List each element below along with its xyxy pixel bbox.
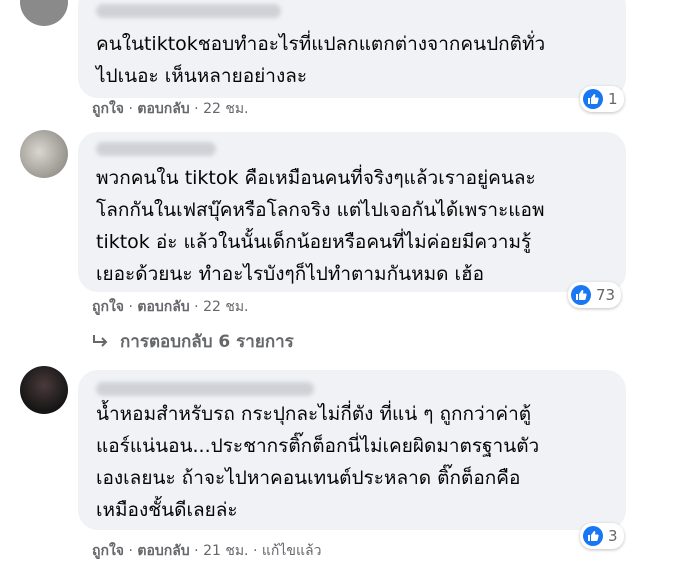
- reaction-count-badge[interactable]: 73: [568, 282, 622, 308]
- avatar[interactable]: [20, 130, 68, 178]
- reaction-count-badge[interactable]: 1: [580, 86, 624, 112]
- edited-label[interactable]: แก้ไขแล้ว: [262, 543, 322, 559]
- reaction-count: 3: [608, 527, 618, 545]
- reaction-count: 1: [608, 90, 618, 108]
- reply-link[interactable]: ตอบกลับ: [137, 543, 189, 559]
- timestamp[interactable]: 22 ชม.: [203, 101, 248, 117]
- comment-bubble: คนในtiktokชอบทำอะไรที่แปลกแตกต่างจากคนปก…: [78, 0, 626, 98]
- comment-author-name[interactable]: [96, 142, 216, 156]
- reply-link[interactable]: ตอบกลับ: [137, 101, 189, 117]
- comment-author-name[interactable]: [96, 382, 314, 396]
- comment-actions: ถูกใจ · ตอบกลับ · 21 ชม. · แก้ไขแล้ว: [92, 543, 322, 559]
- comment-text: น้ำหอมสำหรับรถ กระปุกละไม่กี่ตัง ที่แน่ …: [96, 403, 540, 521]
- view-replies-label: การตอบกลับ 6 รายการ: [120, 332, 294, 352]
- avatar[interactable]: [20, 0, 68, 26]
- view-replies-link[interactable]: การตอบกลับ 6 รายการ: [92, 328, 294, 355]
- like-link[interactable]: ถูกใจ: [92, 299, 124, 315]
- reply-link[interactable]: ตอบกลับ: [137, 299, 189, 315]
- reply-arrow-icon: [93, 334, 108, 347]
- timestamp[interactable]: 21 ชม.: [203, 543, 248, 559]
- like-icon: [583, 526, 603, 546]
- reaction-count-badge[interactable]: 3: [580, 523, 624, 549]
- like-icon: [583, 89, 603, 109]
- comment-text: พวกคนใน tiktok คือเหมือนคนที่จริงๆแล้วเร…: [96, 167, 545, 285]
- reaction-count: 73: [596, 286, 616, 304]
- timestamp[interactable]: 22 ชม.: [203, 299, 248, 315]
- comment-author-name[interactable]: [96, 4, 281, 18]
- like-link[interactable]: ถูกใจ: [92, 543, 124, 559]
- avatar[interactable]: [20, 366, 68, 414]
- comment-text: คนในtiktokชอบทำอะไรที่แปลกแตกต่างจากคนปก…: [96, 33, 546, 87]
- comment-actions: ถูกใจ · ตอบกลับ · 22 ชม.: [92, 299, 249, 315]
- comment-bubble: น้ำหอมสำหรับรถ กระปุกละไม่กี่ตัง ที่แน่ …: [78, 370, 626, 530]
- comment-bubble: พวกคนใน tiktok คือเหมือนคนที่จริงๆแล้วเร…: [78, 132, 626, 292]
- like-link[interactable]: ถูกใจ: [92, 101, 124, 117]
- like-icon: [571, 285, 591, 305]
- comment-actions: ถูกใจ · ตอบกลับ · 22 ชม.: [92, 101, 249, 117]
